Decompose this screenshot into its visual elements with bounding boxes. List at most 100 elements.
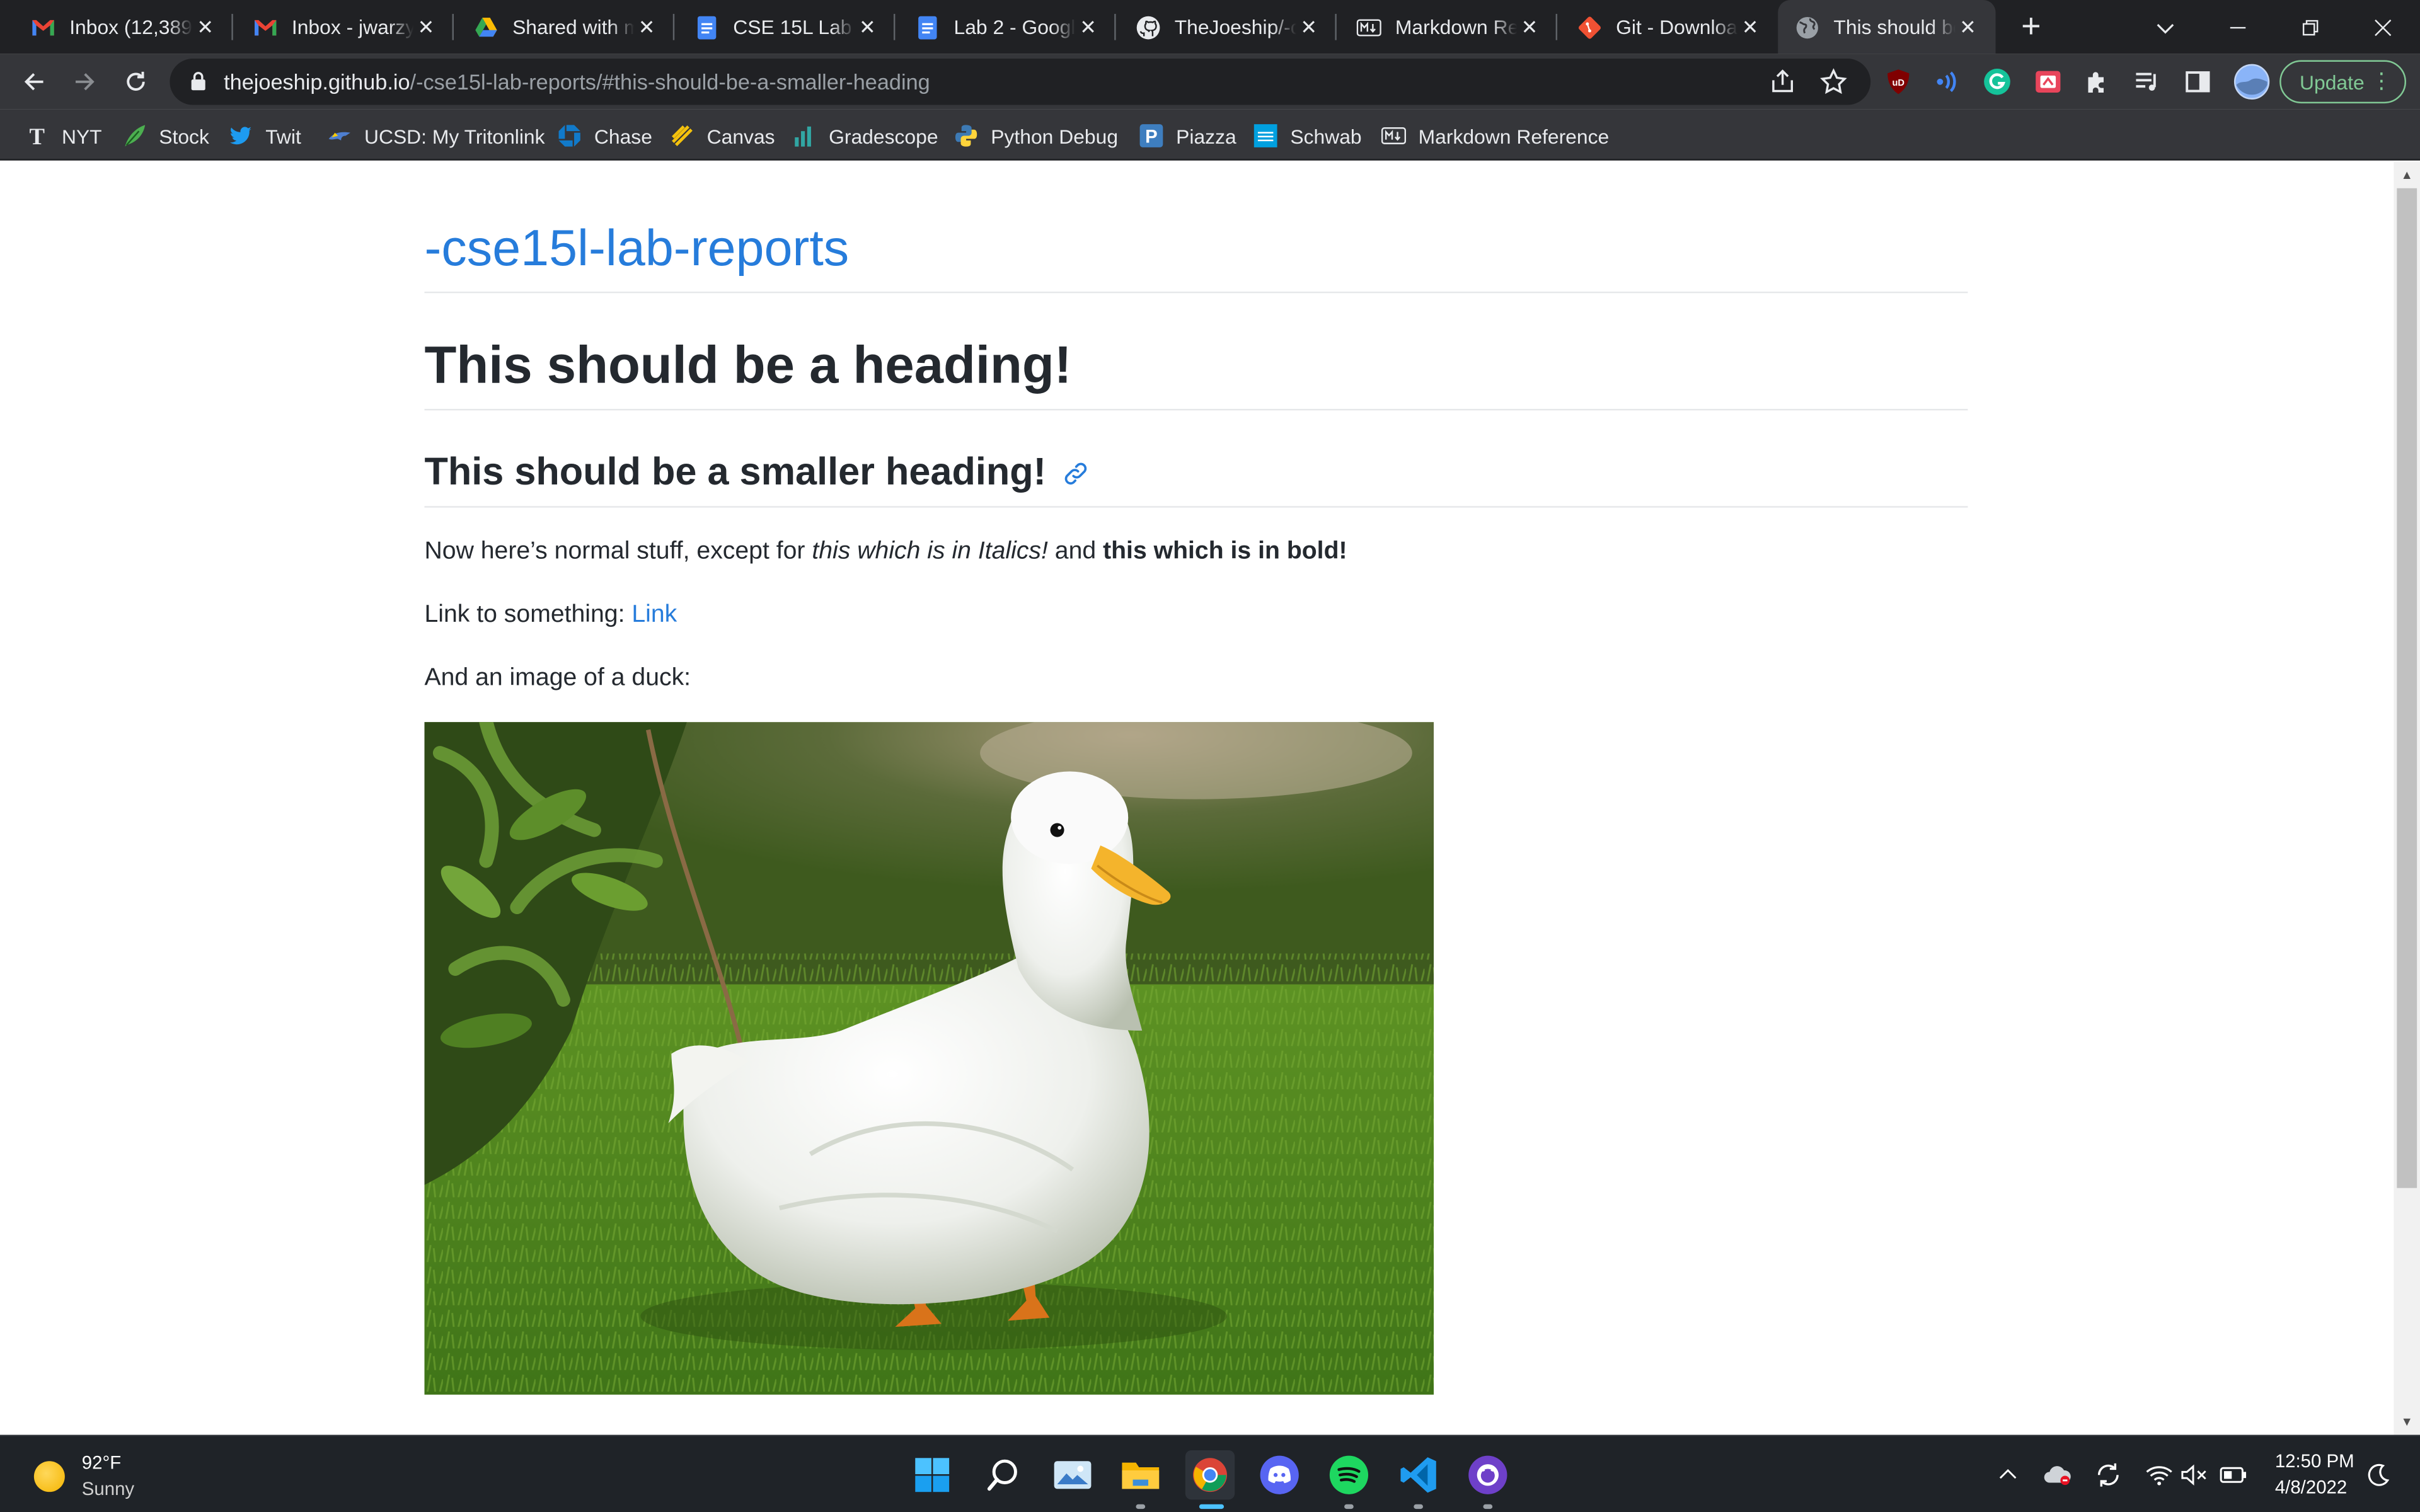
forward-button[interactable] xyxy=(63,60,107,104)
sync-tray[interactable] xyxy=(2094,1461,2122,1489)
close-icon[interactable]: ✕ xyxy=(193,14,217,39)
taskbar-vscode[interactable] xyxy=(1393,1450,1443,1509)
page-scrollbar[interactable]: ▲ ▼ xyxy=(2394,162,2420,1435)
taskbar-discord[interactable] xyxy=(1255,1450,1304,1499)
close-icon[interactable]: ✕ xyxy=(635,14,659,39)
tab-title: Lab 2 - Google xyxy=(954,15,1076,39)
restore-button[interactable] xyxy=(2275,0,2346,54)
site-title-link[interactable]: -cse15l-lab-reports xyxy=(424,219,849,278)
avatar xyxy=(2233,64,2270,100)
bookmark-gradescope[interactable]: Gradescope xyxy=(792,120,938,151)
close-icon[interactable]: ✕ xyxy=(1076,14,1100,39)
svg-text:T: T xyxy=(30,123,45,148)
bookmark-markdown-reference[interactable]: Markdown Reference xyxy=(1381,120,1609,151)
tab-gmail-inbox[interactable]: Inbox (12,389) ✕ xyxy=(0,0,233,54)
taskbar-file-explorer[interactable] xyxy=(1116,1450,1165,1509)
grammarly-extension[interactable] xyxy=(1983,68,2011,96)
windows-taskbar: 92°F Sunny 12:50 PM 4/8/2022 xyxy=(0,1435,2420,1512)
divider xyxy=(424,291,1968,294)
bookmark-piazza[interactable]: P Piazza xyxy=(1139,120,1236,151)
minimize-icon xyxy=(2230,26,2246,28)
wifi-icon xyxy=(2146,1466,2172,1486)
volume-muted-icon xyxy=(2181,1464,2206,1486)
extensions-button[interactable] xyxy=(2083,68,2111,96)
chevron-down-icon xyxy=(2157,23,2174,33)
bookmark-schwab[interactable]: Schwab xyxy=(1253,120,1362,151)
close-window-button[interactable] xyxy=(2348,0,2419,54)
tab-search-button[interactable] xyxy=(2130,0,2201,54)
file-explorer-icon xyxy=(1122,1462,1160,1489)
tab-google-docs-lab[interactable]: CSE 15L Lab # ✕ xyxy=(674,0,896,54)
url-text: thejoeship.github.io/-cse15l-lab-reports… xyxy=(224,69,930,94)
bookmark-label: Stock xyxy=(159,124,209,147)
taskbar-photos[interactable] xyxy=(1048,1450,1097,1499)
close-icon[interactable]: ✕ xyxy=(1956,14,1980,39)
ublock-icon: uD xyxy=(1887,69,1910,94)
clock-date[interactable]: 4/8/2022 xyxy=(2275,1477,2347,1498)
divider xyxy=(424,506,1968,508)
bookmark-label: Twit xyxy=(265,124,301,147)
tab-google-drive[interactable]: Shared with me ✕ xyxy=(454,0,675,54)
taskbar-chrome[interactable] xyxy=(1185,1450,1235,1509)
anchor-link-icon[interactable] xyxy=(1062,459,1090,487)
battery-tray[interactable] xyxy=(2220,1461,2247,1489)
sun-icon[interactable] xyxy=(33,1461,65,1492)
pdf-extension[interactable] xyxy=(2034,68,2062,96)
weather-temperature[interactable]: 92°F xyxy=(82,1452,121,1474)
bookmark-nyt[interactable]: T NYT xyxy=(25,120,102,151)
close-icon[interactable]: ✕ xyxy=(413,14,438,39)
taskbar-spotify[interactable] xyxy=(1324,1450,1373,1509)
show-hidden-icons[interactable] xyxy=(1994,1461,2022,1489)
ublock-extension[interactable]: uD xyxy=(1884,68,1912,96)
text-italic: this which is in Italics! xyxy=(812,538,1048,565)
close-icon[interactable]: ✕ xyxy=(1738,14,1763,39)
link[interactable]: Link xyxy=(631,602,677,628)
new-tab-button[interactable]: + xyxy=(2012,8,2049,47)
scroll-up-icon[interactable]: ▲ xyxy=(2400,168,2414,182)
bookmark-stock[interactable]: Stock xyxy=(122,120,209,151)
clock-time[interactable]: 12:50 PM xyxy=(2275,1450,2354,1472)
playlist-icon xyxy=(2136,72,2156,91)
tab-gmail-inbox-2[interactable]: Inbox - jwarzy ✕ xyxy=(233,0,454,54)
focus-assist-tray[interactable] xyxy=(2365,1461,2392,1489)
bookmark-chase[interactable]: Chase xyxy=(557,120,652,151)
scroll-down-icon[interactable]: ▼ xyxy=(2400,1415,2414,1429)
google-docs-icon xyxy=(918,15,937,39)
media-controls-button[interactable] xyxy=(2133,68,2161,96)
bookmark-label: Python Debug xyxy=(991,124,1119,147)
bookmark-twit[interactable]: Twit xyxy=(228,120,301,151)
back-button[interactable] xyxy=(13,60,56,104)
scrollbar-thumb[interactable] xyxy=(2397,188,2417,1188)
wifi-tray[interactable] xyxy=(2145,1461,2173,1489)
tab-git-download[interactable]: Git - Downloa ✕ xyxy=(1557,0,1778,54)
kebab-menu-icon[interactable]: ⋮ xyxy=(2371,69,2392,91)
taskbar-github-desktop[interactable] xyxy=(1463,1450,1512,1509)
tab-markdown-reference[interactable]: Markdown Ref ✕ xyxy=(1337,0,1558,54)
weather-condition[interactable]: Sunny xyxy=(82,1478,134,1499)
close-icon[interactable]: ✕ xyxy=(1517,14,1541,39)
text-bold: this which is in bold! xyxy=(1103,538,1347,565)
profile-button[interactable] xyxy=(2233,63,2271,100)
star-icon[interactable] xyxy=(1819,68,1847,96)
tab-google-docs-lab2[interactable]: Lab 2 - Google ✕ xyxy=(895,0,1116,54)
bookmark-tritonlink[interactable]: UCSD: My Tritonlink xyxy=(327,120,545,151)
bookmark-python-debug[interactable]: Python Debug xyxy=(954,120,1118,151)
close-icon[interactable]: ✕ xyxy=(1296,14,1321,39)
start-button[interactable] xyxy=(908,1450,957,1499)
read-aloud-extension[interactable] xyxy=(1934,68,1962,96)
update-button[interactable]: Update ⋮ xyxy=(2279,60,2406,104)
tab-current-page[interactable]: This should be ✕ xyxy=(1778,0,1996,54)
side-panel-button[interactable] xyxy=(2184,68,2211,96)
reload-button[interactable] xyxy=(114,60,158,104)
address-bar[interactable]: thejoeship.github.io/-cse15l-lab-reports… xyxy=(170,59,1871,105)
share-icon[interactable] xyxy=(1769,68,1797,96)
volume-tray[interactable] xyxy=(2181,1461,2208,1489)
tab-title: TheJoeship/-c xyxy=(1174,15,1297,39)
onedrive-tray[interactable] xyxy=(2043,1461,2071,1489)
bookmark-canvas[interactable]: Canvas xyxy=(670,120,775,151)
tab-github-repo[interactable]: TheJoeship/-c ✕ xyxy=(1116,0,1337,54)
grammarly-icon xyxy=(1984,68,2010,95)
close-icon[interactable]: ✕ xyxy=(855,14,880,39)
minimize-button[interactable] xyxy=(2203,0,2274,54)
taskbar-search-button[interactable] xyxy=(979,1450,1028,1499)
